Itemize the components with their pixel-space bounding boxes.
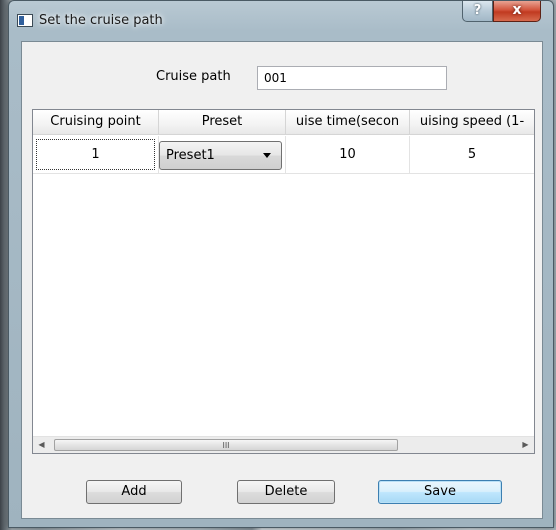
dropdown-arrow-icon [263,153,271,158]
delete-button[interactable]: Delete [237,480,335,504]
cruise-path-label: Cruise path [156,69,231,84]
cell-cruise-time[interactable]: 10 [286,136,410,174]
scroll-right-icon[interactable]: ▶ [517,437,534,453]
cell-cruising-speed[interactable]: 5 [410,136,534,174]
cruise-path-input[interactable] [257,66,447,90]
table-row[interactable]: 1 Preset1 10 5 [33,136,534,174]
column-header-cruising-speed[interactable]: uising speed (1- [410,110,534,135]
grip-icon: III [222,441,230,450]
app-window-icon [17,14,33,27]
cell-cruising-point[interactable]: 1 [33,136,159,174]
scrollbar-thumb[interactable]: III [54,439,398,451]
title-bar[interactable]: Set the cruise path ? x [9,1,553,41]
close-button[interactable]: x [493,1,541,22]
preset-dropdown-value: Preset1 [166,148,215,163]
table-header: Cruising point Preset uise time(secon ui… [33,110,534,135]
column-header-cruising-point[interactable]: Cruising point [33,110,159,135]
cruise-points-table: Cruising point Preset uise time(secon ui… [32,109,535,454]
preset-dropdown[interactable]: Preset1 [159,141,282,170]
window-title: Set the cruise path [39,13,163,28]
column-header-cruise-time[interactable]: uise time(secon [286,110,410,135]
dialog-client-area: Cruise path Cruising point Preset uise t… [21,41,543,519]
help-button[interactable]: ? [462,1,493,22]
cruise-path-dialog: Set the cruise path ? x Cruise path Crui… [8,0,554,528]
save-button[interactable]: Save [378,480,502,504]
scroll-left-icon[interactable]: ◀ [33,437,50,453]
add-button[interactable]: Add [86,480,182,504]
horizontal-scrollbar[interactable]: ◀ III ▶ [33,436,534,453]
column-header-preset[interactable]: Preset [159,110,286,135]
